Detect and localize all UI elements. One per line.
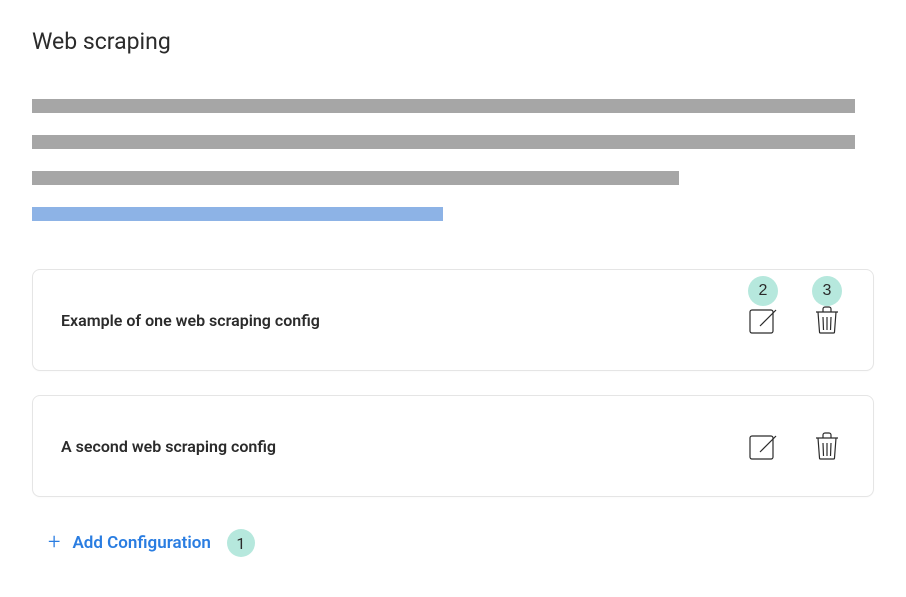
- config-card: A second web scraping config: [32, 395, 874, 497]
- trash-icon: [811, 304, 843, 336]
- placeholder-text-block: [32, 99, 874, 221]
- config-title: A second web scraping config: [61, 437, 276, 456]
- step-badge: 2: [748, 276, 778, 306]
- placeholder-line: [32, 99, 855, 113]
- add-configuration-label: Add Configuration: [72, 533, 210, 553]
- page-title: Web scraping: [32, 28, 874, 55]
- edit-icon: [747, 304, 779, 336]
- step-badge: 1: [227, 529, 255, 557]
- edit-icon: [747, 430, 779, 462]
- edit-button[interactable]: 2: [745, 302, 781, 338]
- card-actions: [745, 428, 845, 464]
- delete-button[interactable]: 3: [809, 302, 845, 338]
- delete-button[interactable]: [809, 428, 845, 464]
- card-actions: 2 3: [745, 302, 845, 338]
- edit-button[interactable]: [745, 428, 781, 464]
- plus-icon: +: [48, 532, 60, 554]
- trash-icon: [811, 430, 843, 462]
- placeholder-line: [32, 171, 679, 185]
- placeholder-line: [32, 135, 855, 149]
- placeholder-line-link[interactable]: [32, 207, 443, 221]
- step-badge: 3: [812, 276, 842, 306]
- config-title: Example of one web scraping config: [61, 311, 320, 330]
- config-card: Example of one web scraping config 2 3: [32, 269, 874, 371]
- add-configuration-button[interactable]: + Add Configuration 1: [32, 521, 874, 565]
